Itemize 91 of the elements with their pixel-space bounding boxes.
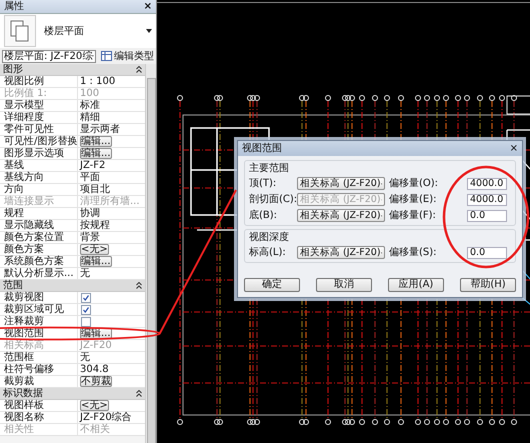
property-label: 基线方向 (0, 172, 78, 183)
property-value: 协调 (79, 208, 101, 219)
property-label: 默认分析显示... (0, 268, 78, 279)
property-label: 比例值 1: (0, 88, 78, 99)
property-label: 颜色方案位置 (0, 232, 78, 243)
property-value: 清理所有墙... (79, 196, 141, 207)
scrollbar[interactable] (145, 64, 156, 443)
offset-input[interactable]: 4000.0 (467, 178, 507, 190)
property-checkbox[interactable] (81, 305, 91, 315)
property-label: 视图样板 (0, 400, 78, 411)
property-edit-button[interactable]: 编辑... (80, 256, 112, 266)
property-value: 按规程 (79, 220, 111, 231)
property-label: 图形显示选项 (0, 148, 78, 159)
close-button[interactable]: × (144, 1, 152, 12)
property-label: 规程 (0, 208, 78, 219)
offset-label: 偏移量(O): (389, 178, 440, 189)
group-title: 视图深度 (249, 232, 290, 243)
property-value: 100 (79, 88, 100, 99)
property-label: 可见性/图形替换 (0, 136, 78, 147)
collapse-icon[interactable] (136, 390, 142, 397)
field-label: 剖切面(C): (249, 194, 297, 205)
panel-title: 属性 (4, 1, 24, 12)
property-value: JZ-F2 (78, 160, 106, 171)
property-label: 零件可见性 (0, 124, 78, 135)
property-label: 柱符号偏移 (0, 364, 78, 375)
property-label: 基线 (0, 160, 78, 171)
collapse-icon[interactable] (136, 282, 142, 289)
field-label: 标高(L): (249, 247, 287, 258)
property-edit-button[interactable]: 不剪裁 (80, 376, 112, 386)
property-value: 无 (79, 352, 91, 363)
property-edit-button[interactable]: 编辑... (80, 136, 112, 146)
level-dropdown[interactable]: 相关标高 (JZ-F20) (297, 177, 385, 190)
property-value: 304.8 (79, 364, 110, 375)
offset-input[interactable]: 0.0 (467, 246, 507, 258)
property-label: 裁剪视图 (0, 292, 78, 303)
property-checkbox[interactable] (81, 293, 91, 303)
property-value: 无 (79, 268, 91, 279)
property-value: 1 : 100 (79, 76, 116, 87)
property-value: 标准 (79, 100, 101, 111)
property-label: 颜色方案 (0, 244, 78, 255)
property-label: 截剪裁 (0, 376, 78, 387)
property-label: 显示模型 (0, 100, 78, 111)
property-value: 显示两者 (79, 124, 121, 135)
property-label: 方向 (0, 184, 78, 195)
edit-type-button[interactable]: 编辑类型 (99, 50, 156, 62)
dialog-button[interactable]: 取消 (316, 278, 372, 292)
property-label: 墙连接显示 (0, 196, 78, 207)
property-label: 详细程度 (0, 112, 78, 123)
view-selector[interactable]: 楼层平面: JZ-F20综 (2, 50, 96, 62)
property-value: 项目北 (79, 184, 111, 195)
property-value: 精细 (79, 112, 101, 123)
type-selector[interactable]: 楼层平面 (0, 14, 156, 48)
property-label: 视图比例 (0, 76, 78, 87)
offset-label: 偏移量(F): (389, 210, 437, 221)
section-header[interactable]: 图形 (0, 64, 145, 76)
property-label: 注释裁剪 (0, 316, 78, 327)
property-label: 裁剪区域可见 (0, 304, 78, 315)
type-name: 楼层平面 (44, 26, 85, 36)
edit-type-icon (101, 51, 112, 61)
property-value: 不相关 (79, 424, 111, 435)
group-title: 主要范围 (249, 163, 290, 174)
dialog-button[interactable]: 确定 (244, 278, 300, 292)
property-label: 显示隐藏线 (0, 220, 78, 231)
property-edit-button[interactable]: <无> (80, 400, 109, 410)
level-dropdown[interactable]: 相关标高 (JZ-F20) (297, 246, 385, 259)
property-label: 范围框 (0, 352, 78, 363)
level-dropdown[interactable]: 相关标高 (JZ-F20) (297, 209, 385, 222)
dialog-title: 视图范围 (242, 143, 282, 154)
field-label: 底(B): (249, 210, 278, 221)
property-label: 相关性 (0, 424, 78, 435)
property-label: 系统颜色方案 (0, 256, 78, 267)
property-label: 相关标高 (0, 340, 78, 351)
offset-label: 偏移量(E): (389, 194, 438, 205)
offset-input[interactable]: 0.0 (467, 210, 507, 222)
view-selector-text: 楼层平面: JZ-F20综 (4, 50, 92, 62)
property-label: 视图名称 (0, 412, 78, 423)
property-value: 背景 (79, 232, 101, 243)
property-edit-button[interactable]: 编辑... (80, 148, 112, 158)
collapse-icon[interactable] (136, 66, 142, 73)
property-value: JZ-F20 (78, 340, 113, 351)
close-button[interactable]: × (510, 143, 518, 154)
section-header[interactable]: 范围 (0, 280, 145, 292)
section-header[interactable]: 标识数据 (0, 388, 145, 400)
dialog-button[interactable]: 帮助(H) (460, 278, 516, 292)
property-value: JZ-F20综合 (78, 412, 133, 423)
field-label: 顶(T): (249, 178, 278, 189)
property-edit-button[interactable]: <无> (80, 244, 109, 254)
dialog-button[interactable]: 应用(A) (388, 278, 444, 292)
property-value: 平面 (79, 172, 100, 183)
offset-label: 偏移量(S): (389, 247, 438, 258)
property-checkbox[interactable] (81, 317, 91, 327)
